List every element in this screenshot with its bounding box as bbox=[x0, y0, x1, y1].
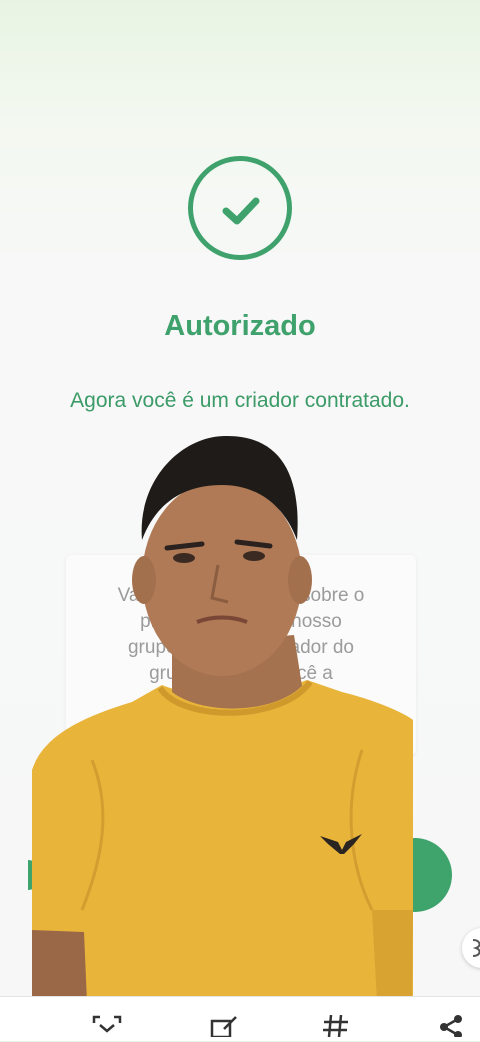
hashtag-icon[interactable] bbox=[322, 1014, 350, 1042]
side-handle[interactable] bbox=[462, 928, 480, 968]
edit-icon[interactable] bbox=[210, 1015, 240, 1042]
status-title: Autorizado bbox=[164, 310, 316, 342]
share-icon[interactable] bbox=[438, 1015, 466, 1042]
bottom-toolbar bbox=[0, 996, 480, 1041]
webcam-person-overlay bbox=[32, 430, 413, 1002]
scan-icon[interactable] bbox=[92, 1015, 122, 1042]
status-message: Agora você é um criador contratado. bbox=[70, 389, 410, 412]
check-circle-icon bbox=[188, 156, 292, 260]
